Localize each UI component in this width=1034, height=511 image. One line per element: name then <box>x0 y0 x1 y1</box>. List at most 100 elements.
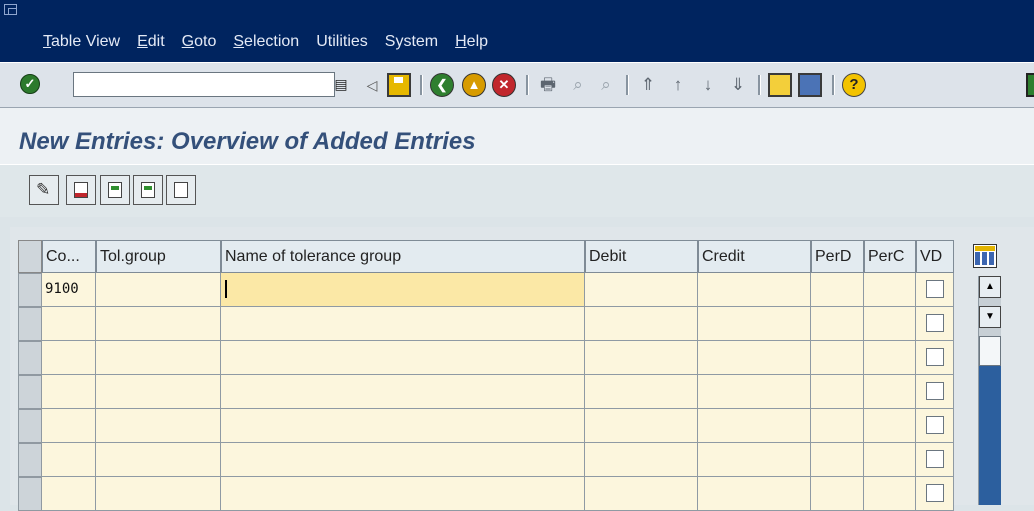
select-all-rows-button[interactable] <box>18 240 42 273</box>
menu-goto[interactable]: Goto <box>182 33 217 51</box>
vd-checkbox[interactable] <box>926 280 944 298</box>
scroll-up-button[interactable]: ▲ <box>979 276 1001 298</box>
cell-credit[interactable] <box>698 307 811 341</box>
cell-tol-group[interactable] <box>96 307 221 341</box>
cell-perc[interactable] <box>864 341 916 375</box>
cell-perc[interactable] <box>864 273 916 307</box>
cell-perc[interactable] <box>864 307 916 341</box>
cell-tol-group[interactable] <box>96 273 221 307</box>
cancel-icon[interactable]: ✕ <box>492 73 516 97</box>
column-header-company[interactable]: Co... <box>42 240 96 273</box>
cell-perd[interactable] <box>811 273 864 307</box>
cell-company[interactable] <box>42 375 96 409</box>
back-icon[interactable]: ❮ <box>430 73 454 97</box>
cell-perd[interactable] <box>811 409 864 443</box>
menu-edit[interactable]: Edit <box>137 33 165 51</box>
vd-checkbox[interactable] <box>926 484 944 502</box>
previous-page-icon[interactable]: ↑ <box>666 73 690 97</box>
cell-credit[interactable] <box>698 443 811 477</box>
print-icon[interactable]: 🖶 <box>536 73 560 97</box>
menu-system[interactable]: System <box>385 33 438 51</box>
row-selector[interactable] <box>18 443 42 477</box>
vd-checkbox[interactable] <box>926 382 944 400</box>
exit-icon[interactable]: ▲ <box>462 73 486 97</box>
help-icon[interactable]: ? <box>842 73 866 97</box>
column-header-perd[interactable]: PerD <box>811 240 864 273</box>
deselect-all-icon[interactable] <box>166 175 196 205</box>
system-menu-icon[interactable] <box>4 4 17 15</box>
row-selector[interactable] <box>18 409 42 443</box>
cell-name[interactable] <box>221 443 585 477</box>
cell-credit[interactable] <box>698 409 811 443</box>
first-page-icon[interactable]: ⇑ <box>636 73 660 97</box>
cell-name[interactable] <box>221 273 585 307</box>
scrollbar-thumb[interactable] <box>979 336 1001 366</box>
vd-checkbox[interactable] <box>926 348 944 366</box>
vd-checkbox[interactable] <box>926 314 944 332</box>
cell-tol-group[interactable] <box>96 375 221 409</box>
menu-table-view[interactable]: Table View <box>43 33 120 51</box>
row-selector[interactable] <box>18 273 42 307</box>
select-all-icon[interactable] <box>100 175 130 205</box>
vd-checkbox[interactable] <box>926 416 944 434</box>
cell-perc[interactable] <box>864 477 916 511</box>
cell-name[interactable] <box>221 341 585 375</box>
cell-perd[interactable] <box>811 307 864 341</box>
menu-help[interactable]: Help <box>455 33 488 51</box>
cell-credit[interactable] <box>698 341 811 375</box>
cell-company[interactable] <box>42 443 96 477</box>
cell-debit[interactable] <box>585 341 698 375</box>
cell-company[interactable] <box>42 477 96 511</box>
cell-name[interactable] <box>221 307 585 341</box>
cell-company[interactable]: 9100 <box>42 273 96 307</box>
command-dropdown-icon[interactable]: ▤ <box>333 73 349 95</box>
row-selector[interactable] <box>18 375 42 409</box>
column-header-tol-group[interactable]: Tol.group <box>96 240 221 273</box>
cell-perc[interactable] <box>864 375 916 409</box>
cell-company[interactable] <box>42 307 96 341</box>
cell-tol-group[interactable] <box>96 409 221 443</box>
cell-perc[interactable] <box>864 443 916 477</box>
cell-debit[interactable] <box>585 409 698 443</box>
cell-tol-group[interactable] <box>96 443 221 477</box>
save-icon[interactable] <box>387 73 411 97</box>
row-selector[interactable] <box>18 477 42 511</box>
command-field[interactable] <box>73 72 335 97</box>
select-block-icon[interactable] <box>133 175 163 205</box>
cell-credit[interactable] <box>698 273 811 307</box>
change-display-icon[interactable]: ✎ <box>29 175 59 205</box>
last-page-icon[interactable]: ⇓ <box>726 73 750 97</box>
cell-debit[interactable] <box>585 375 698 409</box>
enter-icon[interactable]: ✓ <box>20 74 40 94</box>
back-arrow-icon[interactable]: ◁ <box>360 73 384 97</box>
cell-debit[interactable] <box>585 443 698 477</box>
cell-tol-group[interactable] <box>96 477 221 511</box>
column-settings-icon[interactable] <box>973 244 997 268</box>
vd-checkbox[interactable] <box>926 450 944 468</box>
find-icon[interactable]: ⌕ <box>566 73 590 97</box>
row-selector[interactable] <box>18 307 42 341</box>
column-header-perc[interactable]: PerC <box>864 240 916 273</box>
menu-selection[interactable]: Selection <box>233 33 299 51</box>
cell-company[interactable] <box>42 341 96 375</box>
cell-company[interactable] <box>42 409 96 443</box>
vertical-scrollbar[interactable]: ▲ ▼ <box>978 276 1001 505</box>
cell-credit[interactable] <box>698 375 811 409</box>
scroll-down-button[interactable]: ▼ <box>979 306 1001 328</box>
cell-perd[interactable] <box>811 341 864 375</box>
menu-utilities[interactable]: Utilities <box>316 33 368 51</box>
column-header-debit[interactable]: Debit <box>585 240 698 273</box>
layout-menu-icon[interactable] <box>1026 73 1034 97</box>
cell-debit[interactable] <box>585 307 698 341</box>
find-next-icon[interactable]: ⌕ <box>594 73 618 97</box>
delete-icon[interactable] <box>66 175 96 205</box>
column-header-credit[interactable]: Credit <box>698 240 811 273</box>
create-session-icon[interactable] <box>768 73 792 97</box>
cell-debit[interactable] <box>585 477 698 511</box>
column-header-vd[interactable]: VD <box>916 240 954 273</box>
shortcut-icon[interactable] <box>798 73 822 97</box>
cell-name[interactable] <box>221 375 585 409</box>
cell-perd[interactable] <box>811 477 864 511</box>
cell-name[interactable] <box>221 409 585 443</box>
cell-tol-group[interactable] <box>96 341 221 375</box>
